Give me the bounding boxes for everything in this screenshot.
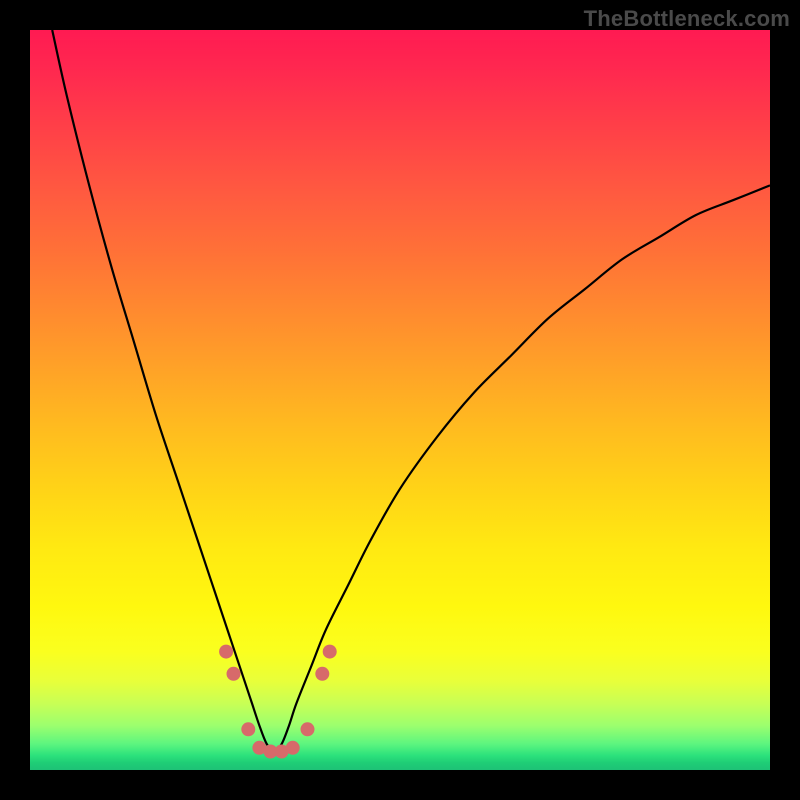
chart-frame: TheBottleneck.com xyxy=(0,0,800,800)
highlight-dot xyxy=(301,722,315,736)
highlight-dot xyxy=(315,667,329,681)
watermark-text: TheBottleneck.com xyxy=(584,6,790,32)
highlight-dot xyxy=(227,667,241,681)
plot-area xyxy=(30,30,770,770)
highlight-dot xyxy=(286,741,300,755)
highlight-dot xyxy=(323,645,337,659)
bottleneck-curve xyxy=(52,30,770,752)
highlight-markers xyxy=(219,645,337,759)
curve-layer xyxy=(30,30,770,770)
highlight-dot xyxy=(241,722,255,736)
highlight-dot xyxy=(219,645,233,659)
